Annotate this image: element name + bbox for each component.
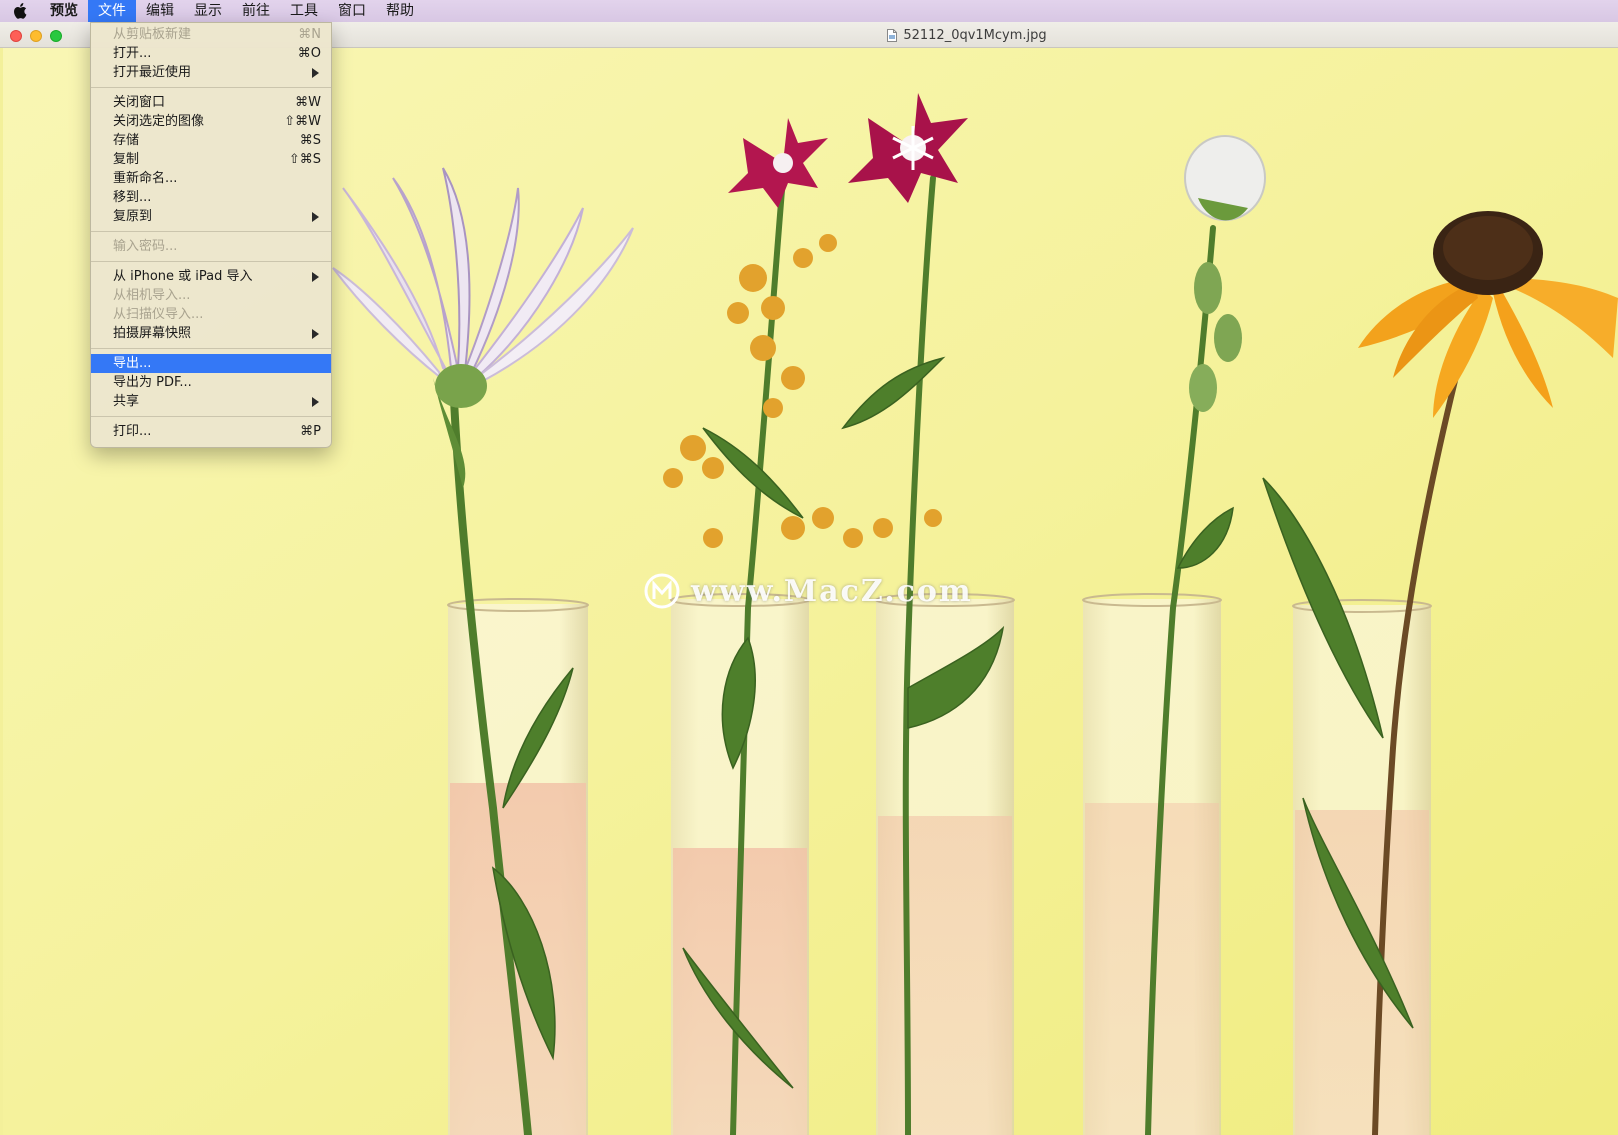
menu-item-label: 从剪贴板新建 bbox=[113, 27, 192, 42]
screen: 预览 文件 编辑 显示 前往 工具 窗口 帮助 52112_0qv1Mcym.j… bbox=[0, 0, 1618, 1135]
menu-item-label: 复原到 bbox=[113, 209, 153, 224]
menu-separator bbox=[91, 416, 331, 417]
submenu-arrow-icon bbox=[312, 272, 319, 282]
menu-item-label: 拍摄屏幕快照 bbox=[113, 326, 192, 341]
menu-item-open-recent[interactable]: 打开最近使用 bbox=[91, 63, 331, 82]
watermark: www.MacZ.com bbox=[643, 572, 973, 610]
menu-item-open[interactable]: 打开... ⌘O bbox=[91, 44, 331, 63]
image-file-icon bbox=[887, 28, 898, 42]
menu-separator bbox=[91, 261, 331, 262]
menu-item-import-scanner[interactable]: 从扫描仪导入... bbox=[91, 305, 331, 324]
menu-item-export[interactable]: 导出... bbox=[91, 354, 331, 373]
menu-item-shortcut: ⌘O bbox=[297, 46, 321, 61]
menu-item-revert-to[interactable]: 复原到 bbox=[91, 207, 331, 226]
menu-help[interactable]: 帮助 bbox=[376, 0, 424, 22]
menu-item-shortcut: ⌘S bbox=[299, 133, 321, 148]
menu-item-label: 输入密码... bbox=[113, 239, 178, 254]
menu-item-shortcut: ⌘W bbox=[295, 95, 321, 110]
menu-item-new-from-clipboard[interactable]: 从剪贴板新建 ⌘N bbox=[91, 25, 331, 44]
menu-item-label: 打开... bbox=[113, 46, 152, 61]
menu-separator bbox=[91, 87, 331, 88]
menu-item-export-pdf[interactable]: 导出为 PDF... bbox=[91, 373, 331, 392]
menu-file[interactable]: 文件 bbox=[88, 0, 136, 22]
menu-go[interactable]: 前往 bbox=[232, 0, 280, 22]
menu-item-label: 打印... bbox=[113, 424, 152, 439]
menu-item-import-iphone[interactable]: 从 iPhone 或 iPad 导入 bbox=[91, 267, 331, 286]
macz-logo-icon bbox=[644, 573, 680, 609]
menu-item-label: 存储 bbox=[113, 133, 140, 148]
menu-bar: 预览 文件 编辑 显示 前往 工具 窗口 帮助 bbox=[0, 0, 1618, 22]
menu-item-save[interactable]: 存储 ⌘S bbox=[91, 131, 331, 150]
window-title: 52112_0qv1Mcym.jpg bbox=[903, 27, 1047, 43]
apple-icon[interactable] bbox=[0, 0, 40, 22]
menu-edit[interactable]: 编辑 bbox=[136, 0, 184, 22]
menu-item-duplicate[interactable]: 复制 ⇧⌘S bbox=[91, 150, 331, 169]
menu-item-label: 导出为 PDF... bbox=[113, 375, 192, 390]
submenu-arrow-icon bbox=[312, 397, 319, 407]
menu-item-shortcut: ⇧⌘S bbox=[288, 152, 321, 167]
menu-item-label: 关闭选定的图像 bbox=[113, 114, 205, 129]
menu-separator bbox=[91, 231, 331, 232]
menu-item-label: 移到... bbox=[113, 190, 152, 205]
menu-item-import-camera[interactable]: 从相机导入... bbox=[91, 286, 331, 305]
file-menu-dropdown: 从剪贴板新建 ⌘N 打开... ⌘O 打开最近使用 关闭窗口 ⌘W 关闭选定的图… bbox=[90, 22, 332, 448]
menu-item-label: 从 iPhone 或 iPad 导入 bbox=[113, 269, 253, 284]
menu-item-label: 从相机导入... bbox=[113, 288, 191, 303]
menu-item-label: 打开最近使用 bbox=[113, 65, 192, 80]
menu-view[interactable]: 显示 bbox=[184, 0, 232, 22]
menu-item-close-window[interactable]: 关闭窗口 ⌘W bbox=[91, 93, 331, 112]
menu-separator bbox=[91, 348, 331, 349]
menu-item-take-screenshot[interactable]: 拍摄屏幕快照 bbox=[91, 324, 331, 343]
watermark-text: www.MacZ.com bbox=[691, 573, 973, 609]
menu-window[interactable]: 窗口 bbox=[328, 0, 376, 22]
menu-item-enter-password[interactable]: 输入密码... bbox=[91, 237, 331, 256]
menu-item-move-to[interactable]: 移到... bbox=[91, 188, 331, 207]
menu-item-label: 复制 bbox=[113, 152, 140, 167]
menu-tools[interactable]: 工具 bbox=[280, 0, 328, 22]
menu-item-shortcut: ⌘N bbox=[298, 27, 321, 42]
menu-item-label: 关闭窗口 bbox=[113, 95, 166, 110]
menu-item-print[interactable]: 打印... ⌘P bbox=[91, 422, 331, 441]
menu-item-rename[interactable]: 重新命名... bbox=[91, 169, 331, 188]
menu-item-label: 导出... bbox=[113, 356, 152, 371]
submenu-arrow-icon bbox=[312, 212, 319, 222]
submenu-arrow-icon bbox=[312, 329, 319, 339]
menu-item-share[interactable]: 共享 bbox=[91, 392, 331, 411]
menu-item-label: 共享 bbox=[113, 394, 140, 409]
menu-item-label: 从扫描仪导入... bbox=[113, 307, 204, 322]
menu-item-shortcut: ⌘P bbox=[300, 424, 321, 439]
submenu-arrow-icon bbox=[312, 68, 319, 78]
menu-item-shortcut: ⇧⌘W bbox=[284, 114, 321, 129]
menu-preview[interactable]: 预览 bbox=[40, 0, 88, 22]
menu-item-label: 重新命名... bbox=[113, 171, 178, 186]
menu-item-close-selected[interactable]: 关闭选定的图像 ⇧⌘W bbox=[91, 112, 331, 131]
